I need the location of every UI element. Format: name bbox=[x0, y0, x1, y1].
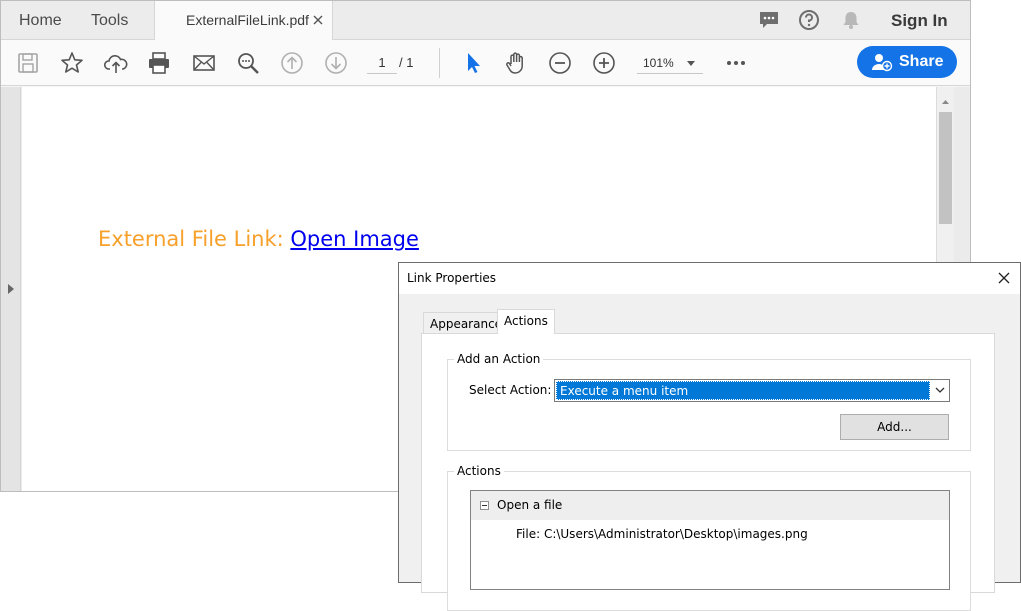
chevron-down-icon[interactable] bbox=[931, 380, 949, 401]
arrow-down-circle-icon[interactable] bbox=[323, 50, 349, 76]
top-menu-bar: Home Tools ExternalFileLink.pdf Sign In bbox=[1, 1, 970, 41]
tab-actions[interactable]: Actions bbox=[497, 309, 555, 334]
dialog-titlebar: Link Properties bbox=[399, 263, 1020, 294]
selected-action-value: Execute a menu item bbox=[556, 381, 930, 400]
hand-icon[interactable] bbox=[503, 50, 529, 76]
external-link-line: External File Link: Open Image bbox=[98, 227, 419, 251]
save-icon[interactable] bbox=[15, 50, 41, 76]
chevron-down-icon bbox=[687, 61, 695, 66]
share-button[interactable]: Share bbox=[857, 46, 957, 78]
printer-icon[interactable] bbox=[146, 50, 172, 76]
select-action-label: Select Action: bbox=[469, 383, 552, 397]
collapse-icon[interactable] bbox=[480, 501, 489, 510]
expand-panel-icon[interactable] bbox=[8, 284, 14, 294]
arrow-up-circle-icon[interactable] bbox=[279, 50, 305, 76]
dialog-title: Link Properties bbox=[407, 271, 497, 285]
star-icon[interactable] bbox=[59, 50, 85, 76]
mail-icon[interactable] bbox=[191, 50, 217, 76]
help-icon[interactable] bbox=[798, 9, 820, 31]
actions-tree[interactable]: Open a file File: C:\Users\Administrator… bbox=[470, 490, 950, 590]
comment-icon[interactable] bbox=[758, 9, 780, 31]
page-total: / 1 bbox=[399, 55, 414, 70]
document-tab-title: ExternalFileLink.pdf bbox=[186, 12, 309, 28]
cloud-upload-icon[interactable] bbox=[103, 50, 129, 76]
tools-tab[interactable]: Tools bbox=[91, 1, 128, 40]
external-link-label: External File Link: bbox=[98, 227, 291, 251]
tree-item-open-file[interactable]: Open a file bbox=[471, 491, 949, 520]
left-panel-rail[interactable] bbox=[1, 87, 21, 491]
tree-item-file-path[interactable]: File: C:\Users\Administrator\Desktop\ima… bbox=[516, 526, 808, 542]
zoom-value: 101% bbox=[643, 56, 674, 70]
select-action-dropdown[interactable]: Execute a menu item bbox=[554, 379, 950, 402]
close-tab-icon[interactable] bbox=[310, 12, 326, 28]
zoom-in-icon[interactable] bbox=[591, 50, 617, 76]
document-tab[interactable]: ExternalFileLink.pdf bbox=[154, 1, 333, 41]
zoom-dropdown[interactable]: 101% bbox=[637, 52, 703, 74]
scrollbar-thumb[interactable] bbox=[939, 112, 952, 224]
zoom-out-icon[interactable] bbox=[547, 50, 573, 76]
page-number-input[interactable]: 1 bbox=[367, 52, 397, 74]
add-action-group-label: Add an Action bbox=[454, 352, 544, 366]
actions-group-label: Actions bbox=[454, 464, 504, 478]
main-toolbar: 1 / 1 101% Share bbox=[1, 40, 970, 86]
add-action-button[interactable]: Add... bbox=[840, 414, 949, 440]
share-label: Share bbox=[899, 53, 944, 70]
open-image-link[interactable]: Open Image bbox=[290, 227, 419, 251]
sign-in-button[interactable]: Sign In bbox=[891, 1, 948, 40]
tree-item-label[interactable]: Open a file bbox=[497, 491, 562, 520]
add-user-icon bbox=[872, 54, 893, 72]
scroll-up-icon[interactable] bbox=[937, 95, 954, 109]
close-icon[interactable] bbox=[996, 270, 1012, 286]
search-zoom-icon[interactable] bbox=[235, 50, 261, 76]
home-tab[interactable]: Home bbox=[19, 1, 62, 40]
more-dots-icon[interactable] bbox=[723, 50, 749, 76]
link-properties-dialog: Link Properties Appearance Actions Add a… bbox=[398, 262, 1021, 611]
toolbar-divider bbox=[439, 48, 440, 78]
bell-icon[interactable] bbox=[840, 9, 862, 31]
cursor-arrow-icon[interactable] bbox=[460, 50, 486, 76]
